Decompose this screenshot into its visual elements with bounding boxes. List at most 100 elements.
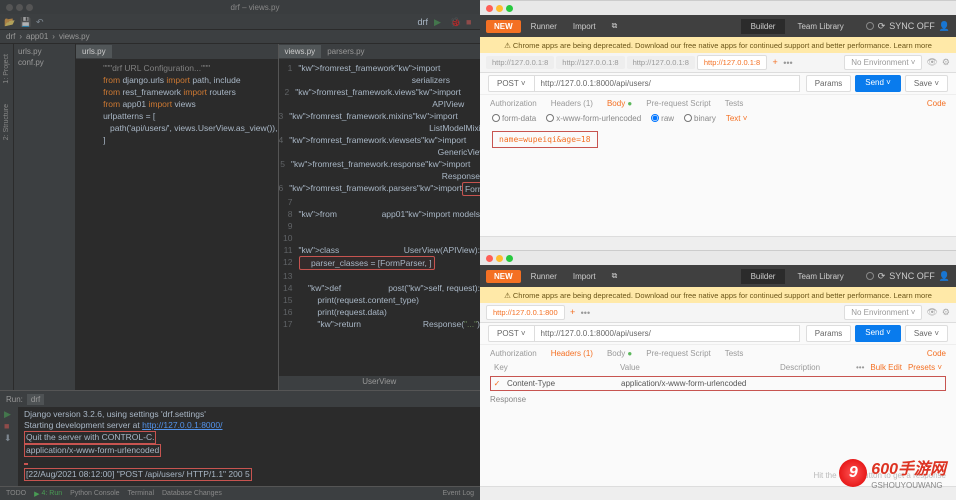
radio-formdata[interactable]: form-data [492,114,536,123]
request-tab[interactable]: http://127.0.0.1:8 [627,56,695,69]
raw-body-input[interactable]: name=wupeiqi&age=18 [492,131,598,148]
gear-icon[interactable]: ⚙ [942,57,950,68]
params-button[interactable]: Params [806,325,852,342]
team-library-tab[interactable]: Team Library [787,19,853,34]
code-link[interactable]: Code [927,349,946,358]
request-subtabs: Authorization Headers (1) Body ● Pre-req… [480,345,956,361]
editor-tab[interactable]: urls.py [76,45,112,58]
deprecation-warning: ⚠ Chrome apps are being deprecated. Down… [480,287,956,303]
breadcrumb[interactable]: drf › app01 › views.py [0,30,480,44]
body-tab[interactable]: Body ● [607,349,632,358]
radio-binary[interactable]: binary [684,114,716,123]
import-button[interactable]: Import [567,20,602,33]
editor-right[interactable]: views.py parsers.py 1"kw">from rest_fram… [279,44,481,390]
more-icon[interactable]: ••• [856,363,864,372]
auth-tab[interactable]: Authorization [490,99,537,108]
sync-status[interactable]: ⟳SYNC OFF👤 [866,21,950,32]
eye-icon[interactable]: 👁 [926,57,937,68]
run-icon[interactable]: ▶ [434,17,444,27]
tests-tab[interactable]: Tests [725,349,744,358]
request-tab[interactable]: http://127.0.0.1:8 [556,56,624,69]
run-config-selector[interactable]: drf [417,17,428,27]
event-log[interactable]: Event Log [442,490,474,497]
save-icon[interactable]: 💾 [20,17,30,27]
editor-left[interactable]: urls.py """drf URL Configuration...""" f… [76,44,279,390]
add-tab-button[interactable]: + [769,57,781,69]
rerun-icon[interactable]: ▶ [4,409,14,419]
python-console-tool[interactable]: Python Console [70,490,119,497]
http-method-selector[interactable]: POST ˅ [488,325,535,342]
radio-urlencoded[interactable]: x-www-form-urlencoded [546,114,641,123]
editor-tab[interactable]: views.py [279,45,322,58]
pycharm-ide: drf – views.py 📂 💾 ↶ drf ▶ 🐞 ■ drf › app… [0,0,480,500]
request-subtabs: Authorization Headers (1) Body ● Pre-req… [480,95,956,111]
runner-button[interactable]: Runner [525,20,563,33]
sync-status[interactable]: ⟳SYNC OFF👤 [866,271,950,282]
bulk-edit-link[interactable]: Bulk Edit [870,363,902,372]
url-input[interactable]: http://127.0.0.1:8000/api/users/ [535,75,800,92]
down-icon[interactable]: ⬇ [4,433,14,443]
prereq-tab[interactable]: Pre-request Script [646,349,710,358]
project-tool-tab[interactable]: 1: Project [3,54,10,84]
more-tabs[interactable]: ••• [783,58,792,68]
project-tree[interactable]: urls.py conf.py [14,44,76,390]
tests-tab[interactable]: Tests [725,99,744,108]
body-tab[interactable]: Body ● [607,99,632,108]
import-button[interactable]: Import [567,270,602,283]
request-tab[interactable]: http://127.0.0.1:800 [486,305,565,320]
undo-icon[interactable]: ↶ [36,17,46,27]
editor-tab[interactable]: parsers.py [321,45,370,58]
prereq-tab[interactable]: Pre-request Script [646,99,710,108]
builder-tab[interactable]: Builder [741,269,786,284]
headers-tab[interactable]: Headers (1) [551,99,593,108]
open-icon[interactable]: 📂 [4,17,14,27]
header-value-input[interactable]: application/x-www-form-urlencoded [621,379,781,388]
request-tab[interactable]: http://127.0.0.1:8 [486,56,554,69]
send-button[interactable]: Send ˅ [855,325,901,342]
add-tab-button[interactable]: + [567,307,579,319]
http-method-selector[interactable]: POST ˅ [488,75,535,92]
new-window-icon[interactable]: ⧉ [606,269,624,283]
params-button[interactable]: Params [806,75,852,92]
new-window-icon[interactable]: ⧉ [606,19,624,33]
save-button[interactable]: Save ˅ [905,325,948,342]
terminal-tool[interactable]: Terminal [128,490,154,497]
debug-icon[interactable]: 🐞 [450,17,460,27]
run-config-tab[interactable]: drf [27,394,44,405]
console-output[interactable]: Django version 3.2.6, using settings 'dr… [18,407,480,486]
runner-button[interactable]: Runner [525,270,563,283]
presets-link[interactable]: Presets ˅ [908,363,942,372]
headers-tab[interactable]: Headers (1) [551,349,593,358]
checkbox-icon[interactable]: ✓ [491,379,503,388]
code-link[interactable]: Code [927,99,946,108]
database-tool[interactable]: Database Changes [162,490,222,497]
raw-type-selector[interactable]: Text ˅ [726,114,748,123]
builder-tab[interactable]: Builder [741,19,786,34]
more-tabs[interactable]: ••• [581,308,590,318]
team-library-tab[interactable]: Team Library [787,269,853,284]
stop-icon[interactable]: ■ [466,17,476,27]
send-button[interactable]: Send ˅ [855,75,901,92]
header-row[interactable]: ✓ Content-Type application/x-www-form-ur… [490,376,946,391]
stop-icon[interactable]: ■ [4,421,14,431]
new-button[interactable]: NEW [486,20,521,33]
window-controls[interactable] [6,4,33,11]
save-button[interactable]: Save ˅ [905,75,948,92]
radio-raw[interactable]: raw [651,114,674,123]
environment-selector[interactable]: No Environment ˅ [844,305,922,320]
auth-tab[interactable]: Authorization [490,349,537,358]
structure-tool-tab[interactable]: 2: Structure [3,104,10,140]
header-key-input[interactable]: Content-Type [503,379,621,388]
col-key: Key [490,363,620,372]
url-input[interactable]: http://127.0.0.1:8000/api/users/ [535,325,800,342]
ide-toolbar: 📂 💾 ↶ drf ▶ 🐞 ■ [0,14,480,30]
run-tool[interactable]: ▶ 4: Run [34,490,62,498]
body-type-selector: form-data x-www-form-urlencoded raw bina… [480,111,956,125]
eye-icon[interactable]: 👁 [926,307,937,318]
pm-titlebar [480,1,956,15]
gear-icon[interactable]: ⚙ [942,307,950,318]
todo-tool[interactable]: TODO [6,490,26,497]
request-tab[interactable]: http://127.0.0.1:8 [697,55,767,70]
new-button[interactable]: NEW [486,270,521,283]
environment-selector[interactable]: No Environment ˅ [844,55,922,70]
